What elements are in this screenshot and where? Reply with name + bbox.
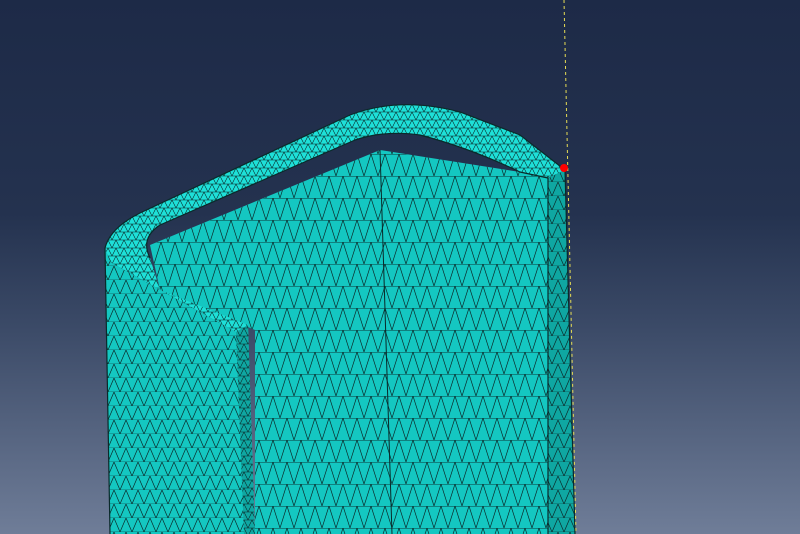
viewport-canvas[interactable] — [0, 0, 800, 534]
mesh-right-end-face — [548, 170, 575, 534]
selection-node-marker[interactable] — [560, 164, 568, 172]
graphics-viewport[interactable] — [0, 0, 800, 534]
